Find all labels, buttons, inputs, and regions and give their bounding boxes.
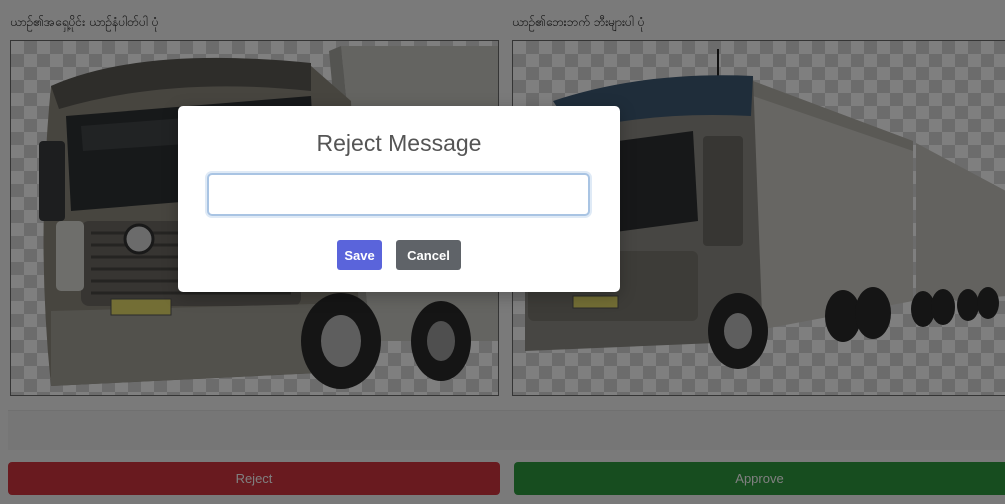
dialog-title: Reject Message [316, 130, 482, 156]
reject-message-input[interactable] [207, 173, 590, 216]
save-button[interactable]: Save [337, 240, 382, 270]
reject-message-dialog: Reject Message Save Cancel [178, 106, 620, 292]
cancel-button[interactable]: Cancel [396, 240, 461, 270]
